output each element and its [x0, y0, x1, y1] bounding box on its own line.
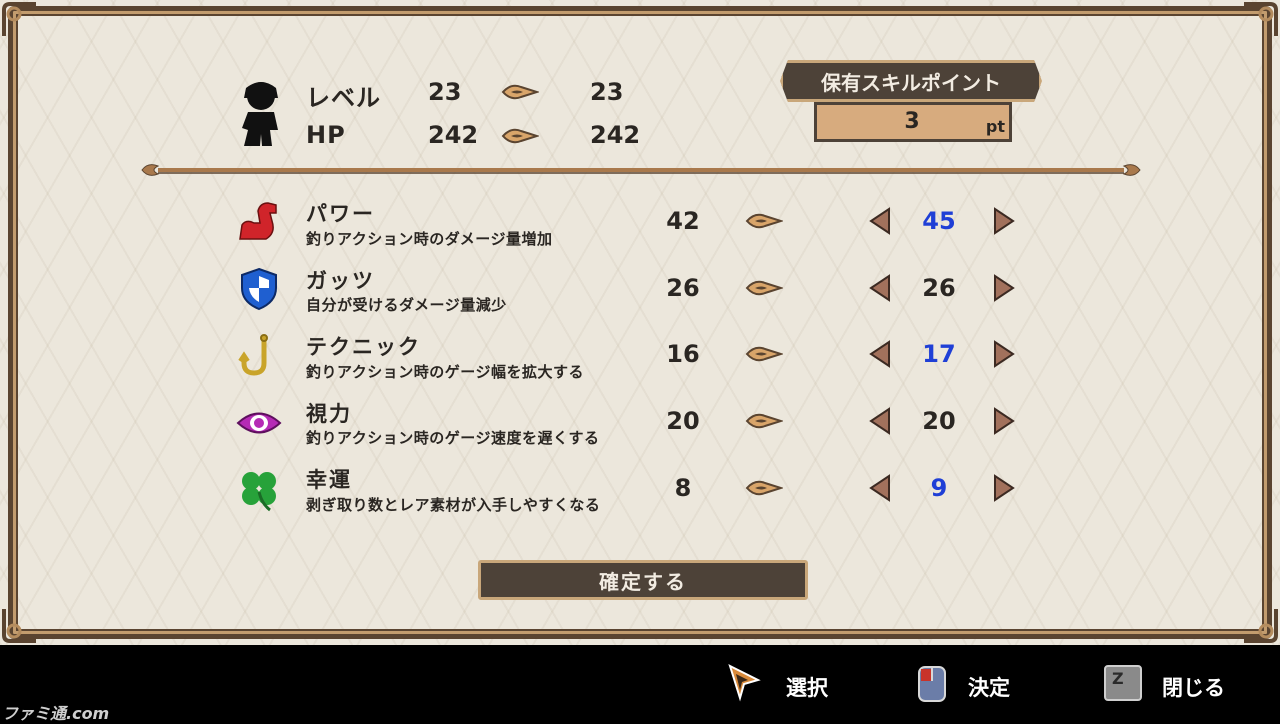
confirm-button[interactable]: 確定する — [478, 560, 808, 600]
ornate-arrow-icon — [745, 413, 783, 429]
skill-points-unit: pt — [985, 117, 1005, 136]
skill-desc-luck: 剥ぎ取り数とレア素材が入手しやすくなる — [306, 496, 601, 514]
clover-icon — [242, 472, 276, 512]
decrease-button[interactable] — [869, 274, 891, 302]
skill-name-power: パワー — [306, 202, 375, 226]
skill-current-luck: 8 — [674, 474, 692, 502]
ornate-divider — [141, 164, 1141, 176]
mouse-icon — [918, 666, 946, 702]
skill-points-box: 3 pt — [814, 102, 1012, 142]
skill-next-luck: 9 — [930, 474, 948, 502]
skill-current-guts: 26 — [666, 274, 700, 302]
ornate-arrow-icon — [745, 346, 783, 362]
skill-name-eyesight: 視力 — [306, 402, 352, 426]
ornate-arrow-icon — [501, 128, 539, 144]
ornament-corner-icon — [2, 2, 36, 36]
decrease-button[interactable] — [869, 207, 891, 235]
ornament-corner-icon — [2, 609, 36, 643]
skill-current-technique: 16 — [666, 340, 700, 368]
ornate-arrow-icon — [501, 84, 539, 100]
level-label: レベル — [306, 84, 381, 112]
decrease-button[interactable] — [869, 407, 891, 435]
ornate-arrow-icon — [745, 280, 783, 296]
level-current-value: 23 — [428, 78, 462, 106]
decrease-button[interactable] — [869, 340, 891, 368]
increase-button[interactable] — [993, 340, 1015, 368]
hp-next-value: 242 — [590, 121, 641, 149]
skill-desc-eyesight: 釣りアクション時のゲージ速度を遅くする — [306, 429, 600, 447]
panel-frame — [8, 6, 1272, 639]
skill-desc-power: 釣りアクション時のダメージ量増加 — [306, 230, 553, 248]
ornament-corner-icon — [1244, 2, 1278, 36]
skill-desc-guts: 自分が受けるダメージ量減少 — [306, 296, 507, 314]
character-silhouette-icon — [242, 82, 278, 146]
shield-icon — [241, 267, 277, 311]
decide-hint-label: 決定 — [968, 676, 1010, 700]
z-key-icon: Z — [1104, 665, 1142, 701]
skill-name-technique: テクニック — [306, 335, 421, 359]
ornate-arrow-icon — [745, 213, 783, 229]
skill-allocation-panel: レベル 23 23 HP 242 242 保有スキルポイント 3 pt パワー … — [0, 0, 1280, 645]
increase-button[interactable] — [993, 207, 1015, 235]
hp-current-value: 242 — [428, 121, 479, 149]
eye-icon — [236, 412, 282, 434]
cursor-pointer-icon — [728, 664, 761, 702]
close-hint-label: 閉じる — [1162, 676, 1225, 700]
skill-desc-technique: 釣りアクション時のゲージ幅を拡大する — [306, 363, 584, 381]
muscle-arm-icon — [239, 202, 277, 240]
select-hint-label: 選択 — [786, 676, 828, 700]
level-next-value: 23 — [590, 78, 624, 106]
skill-next-eyesight: 20 — [922, 407, 956, 435]
skill-name-luck: 幸運 — [306, 468, 352, 492]
increase-button[interactable] — [993, 407, 1015, 435]
skill-current-eyesight: 20 — [666, 407, 700, 435]
ornate-arrow-icon — [745, 480, 783, 496]
hp-label: HP — [306, 121, 346, 149]
ornament-corner-icon — [1244, 609, 1278, 643]
skill-current-power: 42 — [666, 207, 700, 235]
fishhook-icon — [238, 334, 268, 376]
skill-name-guts: ガッツ — [306, 269, 375, 293]
increase-button[interactable] — [993, 474, 1015, 502]
watermark-logo: ファミ通.com — [2, 704, 110, 723]
skill-next-technique: 17 — [922, 340, 956, 368]
increase-button[interactable] — [993, 274, 1015, 302]
skill-next-power: 45 — [922, 207, 956, 235]
skill-points-title: 保有スキルポイント — [780, 60, 1042, 102]
decrease-button[interactable] — [869, 474, 891, 502]
skill-next-guts: 26 — [922, 274, 956, 302]
skill-points-value: 3 — [904, 109, 920, 134]
